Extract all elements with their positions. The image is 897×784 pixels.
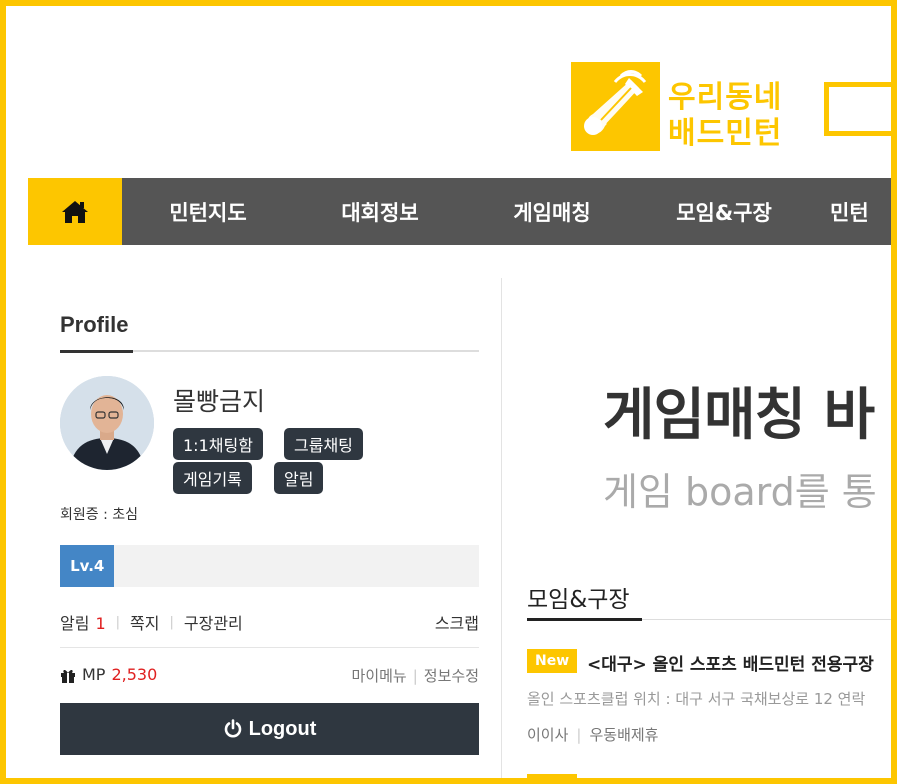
game-record-button[interactable]: 게임기록 bbox=[173, 462, 252, 494]
home-icon bbox=[62, 200, 88, 223]
court-manage-link[interactable]: 구장관리 bbox=[184, 610, 243, 634]
post-category: 우동배제휴 bbox=[589, 726, 659, 744]
profile-divider-accent bbox=[60, 350, 133, 353]
link-separator: | bbox=[412, 667, 418, 685]
level-progress-bar: Lv.4 bbox=[60, 545, 479, 587]
nav-item-more[interactable]: 민턴 bbox=[810, 178, 890, 245]
section-title[interactable]: 모임&구장 bbox=[527, 580, 630, 614]
member-grade: 회원증 : 초심 bbox=[60, 507, 139, 523]
profile-links-divider bbox=[60, 647, 479, 648]
page-frame: 우리동네 배드민턴 민턴지도 대회정보 게임매칭 모임&구장 민턴 Profil… bbox=[6, 6, 891, 778]
column-divider bbox=[501, 278, 502, 778]
new-badge: New bbox=[527, 649, 578, 673]
search-input[interactable] bbox=[824, 82, 891, 136]
brand-name-line1: 우리동네 bbox=[668, 80, 783, 115]
post-author: 이이사 bbox=[527, 726, 569, 744]
logout-label: Logout bbox=[248, 717, 317, 740]
notification-button[interactable]: 알림 bbox=[274, 462, 324, 494]
alarm-link-label: 알림 bbox=[60, 614, 90, 633]
meta-separator: | bbox=[576, 726, 582, 744]
my-menu-link[interactable]: 마이메뉴 bbox=[352, 667, 407, 685]
next-post-badge bbox=[527, 774, 577, 778]
post-title-link[interactable]: <대구> 올인 스포츠 배드민턴 전용구장 bbox=[587, 650, 874, 675]
banner-title: 게임매칭 바 bbox=[603, 383, 875, 448]
scrap-link[interactable]: 스크랩 bbox=[435, 610, 479, 634]
avatar[interactable] bbox=[60, 376, 154, 470]
main-nav: 민턴지도 대회정보 게임매칭 모임&구장 민턴 bbox=[28, 178, 891, 245]
edit-info-link[interactable]: 정보수정 bbox=[424, 667, 479, 685]
link-separator: | bbox=[115, 614, 121, 630]
shuttlecock-icon bbox=[584, 70, 647, 135]
power-icon bbox=[224, 719, 241, 738]
nav-item-map[interactable]: 민턴지도 bbox=[122, 178, 294, 245]
nav-item-club-court[interactable]: 모임&구장 bbox=[638, 178, 810, 245]
chat-1to1-button[interactable]: 1:1채팅함 bbox=[173, 428, 263, 460]
level-progress-fill: Lv.4 bbox=[60, 545, 115, 587]
avatar-photo bbox=[60, 376, 154, 470]
mp-points: MP 2,530 bbox=[60, 665, 157, 684]
group-chat-button[interactable]: 그룹채팅 bbox=[284, 428, 363, 460]
section-divider-accent bbox=[527, 618, 642, 621]
link-separator: | bbox=[169, 614, 174, 630]
gift-icon bbox=[61, 669, 75, 683]
banner-subtitle: 게임 board를 통 bbox=[603, 470, 877, 514]
alarm-link[interactable]: 알림 1 bbox=[60, 610, 106, 634]
note-link[interactable]: 쪽지 bbox=[130, 610, 159, 634]
mp-value: 2,530 bbox=[111, 665, 158, 684]
alarm-count: 1 bbox=[95, 614, 106, 633]
profile-heading: Profile bbox=[60, 312, 129, 337]
account-links: 마이메뉴 | 정보수정 bbox=[332, 665, 479, 686]
username: 몰빵금지 bbox=[173, 387, 266, 416]
brand-name-line2: 배드민턴 bbox=[668, 116, 783, 151]
brand-name[interactable]: 우리동네 배드민턴 bbox=[668, 80, 782, 152]
nav-item-tournament[interactable]: 대회정보 bbox=[294, 178, 466, 245]
post-meta: 이이사 | 우동배제휴 bbox=[527, 724, 658, 745]
logout-button[interactable]: Logout bbox=[60, 703, 479, 755]
profile-links: 알림 1 | 쪽지 | 구장관리 스크랩 bbox=[60, 610, 479, 634]
mp-label: MP bbox=[82, 665, 106, 684]
post-description: 올인 스포츠클럽 위치 : 대구 서구 국채보상로 12 연락 bbox=[527, 690, 866, 708]
shuttlecock-logo[interactable] bbox=[571, 62, 660, 151]
nav-item-game-matching[interactable]: 게임매칭 bbox=[466, 178, 638, 245]
nav-home-button[interactable] bbox=[28, 178, 122, 245]
